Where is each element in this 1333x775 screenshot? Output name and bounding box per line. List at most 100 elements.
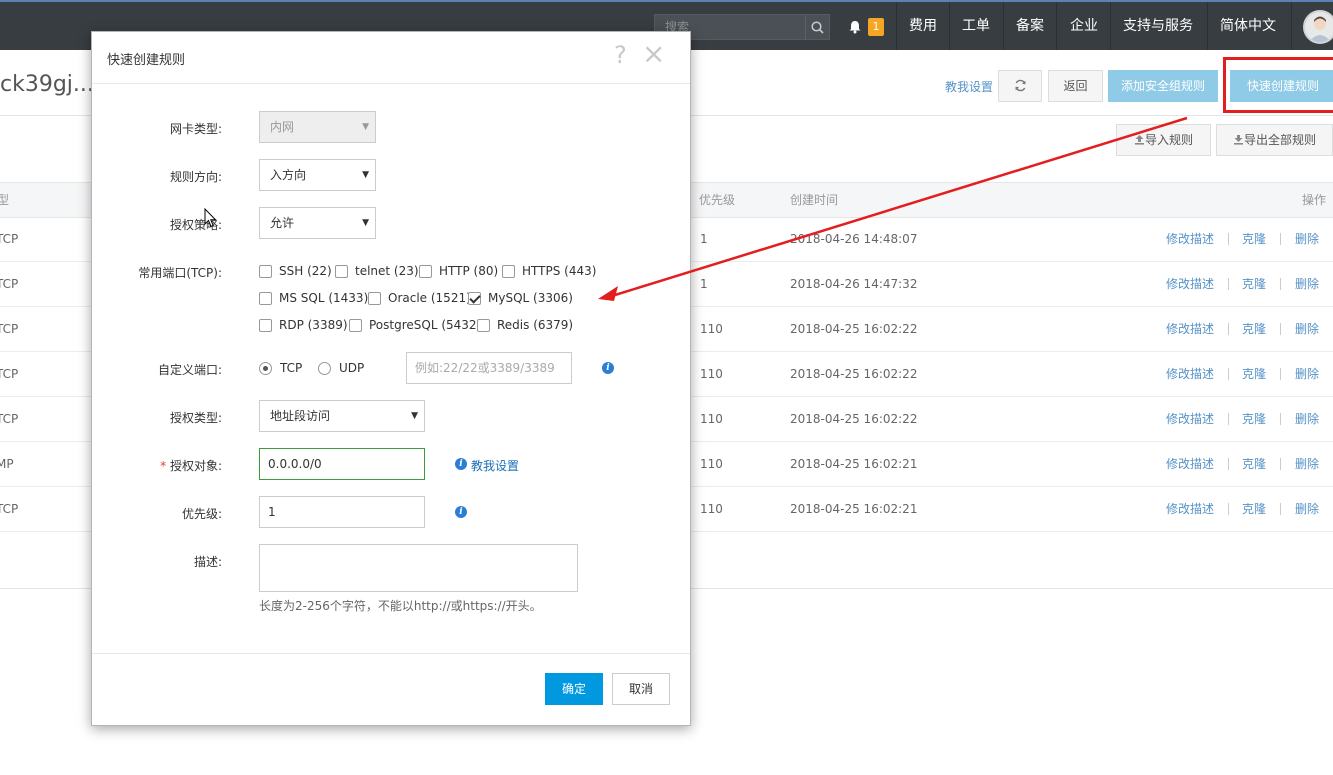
priority-input[interactable] bbox=[259, 496, 425, 528]
export-all-rules-button[interactable]: 导出全部规则 bbox=[1216, 124, 1333, 156]
clone-link[interactable]: 克隆 bbox=[1242, 262, 1266, 306]
clone-link[interactable]: 克隆 bbox=[1242, 307, 1266, 351]
search-button[interactable] bbox=[805, 15, 829, 39]
checkbox-icon bbox=[349, 318, 362, 332]
teach-me-link[interactable]: 教我设置 bbox=[945, 78, 993, 95]
edit-description-link[interactable]: 修改描述 bbox=[1166, 307, 1214, 351]
protocol-cell: TCP bbox=[0, 502, 19, 516]
import-rules-button[interactable]: 导入规则 bbox=[1116, 124, 1211, 156]
notification-button[interactable]: 1 bbox=[846, 16, 886, 38]
port-checkbox-ssh[interactable]: SSH (22) bbox=[259, 264, 332, 278]
divider bbox=[92, 653, 690, 654]
port-checkbox-oracle[interactable]: Oracle (1521) bbox=[368, 291, 471, 305]
close-icon[interactable]: × bbox=[642, 40, 665, 68]
rule-direction-select[interactable]: 入方向 ▼ bbox=[259, 159, 376, 191]
auth-type-value: 地址段访问 bbox=[270, 409, 331, 423]
port-option-label: Oracle (1521) bbox=[388, 291, 471, 305]
delete-link[interactable]: 删除 bbox=[1295, 217, 1319, 261]
description-label: 描述: bbox=[193, 555, 222, 569]
nic-type-label: 网卡类型: bbox=[169, 122, 222, 136]
delete-link[interactable]: 删除 bbox=[1295, 307, 1319, 351]
priority-cell: 110 bbox=[700, 457, 723, 471]
dialog-title: 快速创建规则 bbox=[107, 53, 186, 68]
protocol-radio-udp[interactable]: UDP bbox=[318, 361, 364, 375]
teach-me-link[interactable]: 教我设置 bbox=[471, 457, 519, 474]
nav-item-support[interactable]: 支持与服务 bbox=[1123, 2, 1193, 50]
nav-item-billing[interactable]: 费用 bbox=[909, 2, 937, 50]
created-time-cell: 2018-04-25 16:02:22 bbox=[790, 322, 918, 336]
nav-item-tickets[interactable]: 工单 bbox=[962, 2, 990, 50]
dialog-header: 快速创建规则 ? × bbox=[92, 32, 690, 84]
clone-link[interactable]: 克隆 bbox=[1242, 487, 1266, 531]
auth-type-select[interactable]: 地址段访问 ▼ bbox=[259, 400, 425, 432]
checkbox-icon bbox=[477, 318, 490, 332]
cancel-button[interactable]: 取消 bbox=[612, 673, 670, 705]
radio-label: UDP bbox=[339, 361, 365, 375]
divider bbox=[1280, 368, 1281, 380]
custom-port-input[interactable] bbox=[406, 352, 572, 384]
clone-link[interactable]: 克隆 bbox=[1242, 352, 1266, 396]
port-checkbox-postgresql[interactable]: PostgreSQL (5432) bbox=[349, 318, 481, 332]
port-checkbox-mysql[interactable]: MySQL (3306) bbox=[468, 291, 573, 305]
clone-link[interactable]: 克隆 bbox=[1242, 217, 1266, 261]
edit-description-link[interactable]: 修改描述 bbox=[1166, 397, 1214, 441]
info-icon[interactable]: i bbox=[455, 506, 467, 518]
radio-selected-icon bbox=[259, 361, 272, 375]
description-textarea[interactable] bbox=[259, 544, 578, 592]
delete-link[interactable]: 删除 bbox=[1295, 262, 1319, 306]
nic-type-select[interactable]: 内网 ▼ bbox=[259, 111, 376, 143]
auth-policy-select[interactable]: 允许 ▼ bbox=[259, 207, 376, 239]
auth-object-input[interactable] bbox=[259, 448, 425, 480]
port-checkbox-http[interactable]: HTTP (80) bbox=[419, 264, 498, 278]
priority-label: 优先级: bbox=[181, 507, 222, 521]
nic-type-value: 内网 bbox=[270, 120, 295, 134]
clone-link[interactable]: 克隆 bbox=[1242, 397, 1266, 441]
port-option-label: SSH (22) bbox=[279, 264, 332, 278]
add-security-rule-button[interactable]: 添加安全组规则 bbox=[1108, 70, 1218, 102]
auth-object-label-text: 授权对象: bbox=[169, 459, 222, 473]
export-all-rules-label: 导出全部规则 bbox=[1243, 133, 1316, 147]
port-checkbox-redis[interactable]: Redis (6379) bbox=[477, 318, 573, 332]
divider bbox=[1228, 503, 1229, 515]
back-button[interactable]: 返回 bbox=[1048, 70, 1103, 102]
help-icon[interactable]: ? bbox=[614, 41, 627, 69]
port-checkbox-mssql[interactable]: MS SQL (1433) bbox=[259, 291, 368, 305]
highlight-annotation-box bbox=[1223, 57, 1333, 113]
divider bbox=[1280, 233, 1281, 245]
edit-description-link[interactable]: 修改描述 bbox=[1166, 442, 1214, 486]
clone-link[interactable]: 克隆 bbox=[1242, 442, 1266, 486]
delete-link[interactable]: 删除 bbox=[1295, 352, 1319, 396]
info-icon[interactable]: i bbox=[602, 362, 614, 374]
priority-cell: 1 bbox=[700, 232, 708, 246]
delete-link[interactable]: 删除 bbox=[1295, 487, 1319, 531]
divider bbox=[1228, 233, 1229, 245]
edit-description-link[interactable]: 修改描述 bbox=[1166, 217, 1214, 261]
protocol-radio-tcp[interactable]: TCP bbox=[259, 361, 302, 375]
auth-policy-value: 允许 bbox=[270, 216, 295, 230]
delete-link[interactable]: 删除 bbox=[1295, 442, 1319, 486]
port-option-label: HTTP (80) bbox=[439, 264, 499, 278]
created-time-cell: 2018-04-26 14:47:32 bbox=[790, 277, 918, 291]
auth-object-label: * 授权对象: bbox=[92, 457, 222, 474]
port-checkbox-telnet[interactable]: telnet (23) bbox=[335, 264, 419, 278]
port-checkbox-https[interactable]: HTTPS (443) bbox=[502, 264, 596, 278]
delete-link[interactable]: 删除 bbox=[1295, 397, 1319, 441]
user-avatar[interactable] bbox=[1303, 10, 1333, 44]
column-header-priority: 优先级 bbox=[699, 193, 736, 207]
edit-description-link[interactable]: 修改描述 bbox=[1166, 487, 1214, 531]
mouse-cursor-icon bbox=[204, 208, 217, 228]
quick-create-rule-dialog: 快速创建规则 ? × 网卡类型: 内网 ▼ 规则方向: 入方向 ▼ 授权策略: … bbox=[91, 31, 691, 726]
confirm-button[interactable]: 确定 bbox=[545, 673, 603, 705]
column-header-type: 型 bbox=[0, 193, 10, 207]
nav-item-icp-filing[interactable]: 备案 bbox=[1016, 2, 1044, 50]
edit-description-link[interactable]: 修改描述 bbox=[1166, 352, 1214, 396]
notification-badge: 1 bbox=[868, 18, 884, 36]
protocol-cell: TCP bbox=[0, 232, 19, 246]
divider bbox=[1280, 278, 1281, 290]
nav-item-language[interactable]: 简体中文 bbox=[1220, 2, 1276, 50]
port-checkbox-rdp[interactable]: RDP (3389) bbox=[259, 318, 348, 332]
edit-description-link[interactable]: 修改描述 bbox=[1166, 262, 1214, 306]
priority-cell: 110 bbox=[700, 322, 723, 336]
nav-item-enterprise[interactable]: 企业 bbox=[1070, 2, 1098, 50]
refresh-button[interactable] bbox=[998, 70, 1042, 102]
